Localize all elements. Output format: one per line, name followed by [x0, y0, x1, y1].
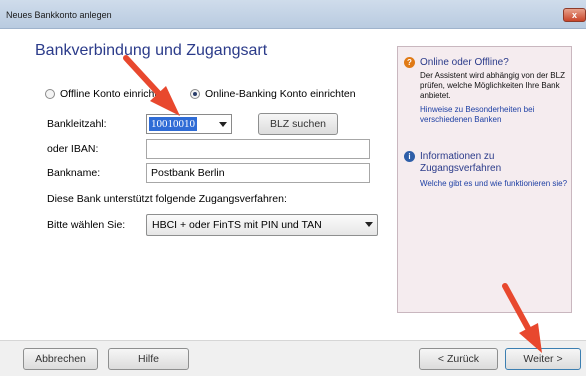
help-button[interactable]: Hilfe	[108, 348, 189, 370]
blz-search-button[interactable]: BLZ suchen	[258, 113, 338, 135]
dialog-content: Bankverbindung und Zugangsart Offline Ko…	[0, 30, 586, 376]
cancel-button[interactable]: Abbrechen	[23, 348, 98, 370]
info-title-procedures: Informationen zu Zugangsverfahren	[420, 151, 502, 174]
procedure-value: HBCI + oder FinTS mit PIN und TAN	[152, 219, 322, 231]
button-bar: Abbrechen Hilfe < Zurück Weiter >	[0, 340, 586, 376]
blz-label: Bankleitzahl:	[47, 118, 107, 130]
page-title: Bankverbindung und Zugangsart	[35, 42, 268, 59]
blz-value: 10010010	[149, 117, 197, 131]
back-button[interactable]: < Zurück	[419, 348, 498, 370]
info-panel: ? Online oder Offline? Der Assistent wir…	[397, 46, 572, 313]
close-icon: x	[571, 10, 577, 20]
info-link-bank-specifics[interactable]: Hinweise zu Besonderheiten bei verschied…	[420, 105, 569, 125]
info-section-procedures: i Informationen zu Zugangsverfahren Welc…	[404, 151, 569, 189]
bankname-label: Bankname:	[47, 167, 101, 179]
bankname-field[interactable]: Postbank Berlin	[146, 163, 370, 183]
online-radio-label: Online-Banking Konto einrichten	[205, 88, 356, 100]
radio-offline-indicator	[45, 89, 55, 99]
procedures-note: Diese Bank unterstützt folgende Zugangsv…	[47, 193, 287, 205]
offline-radio[interactable]: Offline Konto einrichten	[45, 88, 169, 100]
offline-radio-label: Offline Konto einrichten	[60, 88, 169, 100]
info-icon: i	[404, 151, 415, 162]
info-title-online-offline: Online oder Offline?	[420, 57, 509, 68]
procedure-select[interactable]: HBCI + oder FinTS mit PIN und TAN	[146, 214, 378, 236]
iban-label: oder IBAN:	[47, 143, 99, 155]
iban-input[interactable]	[146, 139, 370, 159]
title-bar: Neues Bankkonto anlegen x	[0, 0, 586, 29]
online-radio[interactable]: Online-Banking Konto einrichten	[190, 88, 356, 100]
info-link-procedures[interactable]: Welche gibt es und wie funktionieren sie…	[420, 179, 569, 189]
blz-combobox[interactable]: 10010010	[146, 114, 232, 134]
chevron-down-icon[interactable]	[219, 122, 227, 127]
info-section-online-offline: ? Online oder Offline? Der Assistent wir…	[404, 57, 569, 125]
info-text-online-offline: Der Assistent wird abhängig von der BLZ …	[420, 71, 565, 100]
window-title: Neues Bankkonto anlegen	[6, 10, 112, 20]
choose-label: Bitte wählen Sie:	[47, 219, 126, 231]
chevron-down-icon[interactable]	[365, 222, 373, 227]
question-icon: ?	[404, 57, 415, 68]
next-button[interactable]: Weiter >	[505, 348, 581, 370]
radio-online-indicator	[190, 89, 200, 99]
close-button[interactable]: x	[563, 8, 586, 22]
